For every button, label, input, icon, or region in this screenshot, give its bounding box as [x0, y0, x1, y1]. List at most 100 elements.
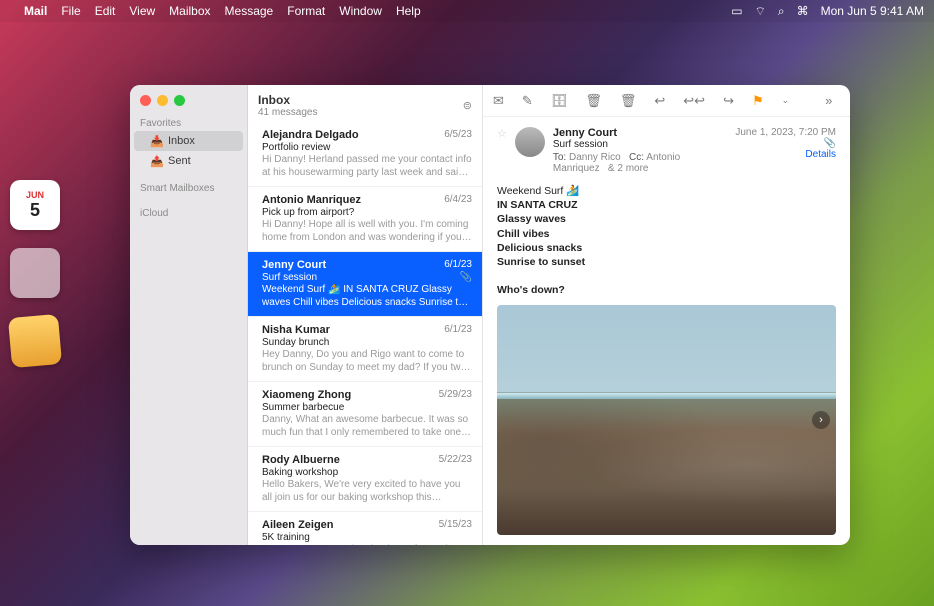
row-preview: Hi Danny! Hope all is well with you. I'm…	[262, 219, 472, 244]
menu-window[interactable]: Window	[339, 4, 382, 18]
menu-bar: Mail File Edit View Mailbox Message Form…	[0, 0, 934, 22]
body-line: Weekend Surf 🏄	[497, 185, 579, 197]
calendar-day: 5	[30, 200, 40, 221]
photo-widget[interactable]	[8, 314, 62, 368]
control-center-icon[interactable]: ⌘	[797, 4, 809, 18]
close-button[interactable]	[140, 95, 151, 106]
row-date: 6/5/23	[444, 129, 472, 140]
minimize-button[interactable]	[157, 95, 168, 106]
message-timestamp: June 1, 2023, 7:20 PM	[735, 127, 836, 138]
attachment-image[interactable]: ›	[497, 305, 836, 535]
row-sender: Alejandra Delgado	[262, 129, 472, 141]
row-sender: Nisha Kumar	[262, 324, 472, 336]
row-subject: Portfolio review	[262, 142, 472, 153]
flag-icon[interactable]: ⚑	[752, 93, 764, 109]
row-preview: Weekend Surf 🏄 IN SANTA CRUZ Glassy wave…	[262, 284, 472, 309]
sidebar-section-icloud: iCloud	[130, 202, 247, 221]
sidebar-item-inbox[interactable]: 📥 Inbox	[134, 131, 243, 151]
calendar-widget[interactable]: JUN 5	[10, 180, 60, 230]
archive-icon[interactable]: 🗄	[551, 93, 568, 109]
body-line: Glassy waves	[497, 213, 566, 225]
flag-chevron-icon[interactable]: ⌄	[782, 95, 790, 106]
sent-icon: 📤	[150, 155, 162, 167]
wifi-icon[interactable]: ⌔	[755, 4, 766, 19]
message-row[interactable]: Nisha Kumar6/1/23 Sunday brunchHey Danny,…	[248, 317, 482, 382]
list-header: Inbox 41 messages ⊜	[248, 85, 482, 122]
forward-icon[interactable]: ↪︎	[723, 93, 734, 109]
menu-format[interactable]: Format	[287, 4, 325, 18]
fullscreen-button[interactable]	[174, 95, 185, 106]
star-icon[interactable]: ☆	[497, 127, 507, 140]
envelope-icon[interactable]: ✉︎	[493, 93, 504, 109]
row-subject: 5K training	[262, 532, 472, 543]
row-preview: Hi Danny! Herland passed me your contact…	[262, 154, 472, 179]
row-subject: Summer barbecue	[262, 402, 472, 413]
battery-icon[interactable]: ▭	[731, 4, 742, 18]
recipients: To: Danny Rico Cc: Antonio Manriquez & 2…	[553, 152, 728, 174]
message-subject: Surf session	[553, 139, 728, 150]
notes-widget[interactable]	[10, 248, 60, 298]
trash-icon[interactable]: 🗑	[585, 93, 602, 109]
filter-icon[interactable]: ⊜	[463, 99, 472, 112]
row-sender: Jenny Court	[262, 259, 472, 271]
menu-view[interactable]: View	[129, 4, 155, 18]
row-subject: Pick up from airport?	[262, 207, 472, 218]
to-name[interactable]: Danny Rico	[569, 152, 621, 163]
toolbar: ✉︎ ✎ 🗄 🗑 🗑︎ ↩︎ ↩︎↩︎ ↪︎ ⚑ ⌄ » ⌕	[483, 85, 850, 117]
menu-help[interactable]: Help	[396, 4, 421, 18]
from-name[interactable]: Jenny Court	[553, 127, 728, 139]
row-preview: Danny, What an awesome barbecue. It was …	[262, 414, 472, 439]
mailbox-count: 41 messages	[258, 107, 317, 118]
message-list[interactable]: Inbox 41 messages ⊜ Alejandra Delgado6/5…	[248, 85, 483, 545]
menubar-clock[interactable]: Mon Jun 5 9:41 AM	[821, 4, 924, 18]
message-row[interactable]: Xiaomeng Zhong5/29/23Summer barbecueDann…	[248, 382, 482, 447]
desktop-widgets: JUN 5	[10, 180, 60, 394]
attachment-icon[interactable]: 📎	[735, 138, 836, 149]
details-link[interactable]: Details	[735, 149, 836, 160]
mail-window: Favorites 📥 Inbox 📤 Sent Smart Mailboxes…	[130, 85, 850, 545]
spotlight-icon[interactable]: ⌕	[778, 4, 785, 19]
more-icon[interactable]: »	[825, 93, 832, 108]
sidebar-item-sent[interactable]: 📤 Sent	[130, 151, 247, 171]
row-date: 6/1/23	[444, 259, 472, 270]
next-image-icon[interactable]: ›	[812, 411, 830, 429]
row-preview: Hey Danny, I wanted to thank you for put…	[262, 544, 472, 545]
menu-file[interactable]: File	[61, 4, 80, 18]
calendar-month: JUN	[26, 190, 44, 200]
row-subject: Sunday brunch	[262, 337, 472, 348]
row-preview: Hey Danny, Do you and Rigo want to come …	[262, 349, 472, 374]
window-controls	[130, 85, 247, 112]
row-date: 6/4/23	[444, 194, 472, 205]
app-menu[interactable]: Mail	[24, 4, 47, 18]
row-date: 6/1/23	[444, 324, 472, 335]
message-row[interactable]: Antonio Manriquez6/4/23 Pick up from airp…	[248, 187, 482, 252]
row-sender: Antonio Manriquez	[262, 194, 472, 206]
row-subject: Baking workshop	[262, 467, 472, 478]
row-subject: Surf session	[262, 272, 472, 283]
row-date: 5/22/23	[439, 454, 472, 465]
message-row[interactable]: Jenny Court6/1/23 📎Surf sessionWeekend Su…	[248, 252, 482, 317]
menu-edit[interactable]: Edit	[95, 4, 116, 18]
compose-icon[interactable]: ✎	[522, 93, 533, 109]
body-line: Sunrise to sunset	[497, 256, 585, 268]
message-row[interactable]: Rody Albuerne5/22/23Baking workshopHello…	[248, 447, 482, 512]
row-date: 5/29/23	[439, 389, 472, 400]
menu-message[interactable]: Message	[225, 4, 274, 18]
body-line: Delicious snacks	[497, 242, 582, 254]
sidebar: Favorites 📥 Inbox 📤 Sent Smart Mailboxes…	[130, 85, 248, 545]
sidebar-section-favorites: Favorites	[130, 112, 247, 131]
attachment-icon: 📎	[460, 272, 472, 283]
avatar	[515, 127, 545, 157]
message-row[interactable]: Alejandra Delgado6/5/23 Portfolio reviewH…	[248, 122, 482, 187]
mailbox-title: Inbox	[258, 93, 317, 107]
body-line: Chill vibes	[497, 228, 550, 240]
cc-more[interactable]: & 2 more	[608, 163, 649, 174]
message-pane: ✉︎ ✎ 🗄 🗑 🗑︎ ↩︎ ↩︎↩︎ ↪︎ ⚑ ⌄ » ⌕ ☆ Jenny C…	[483, 85, 850, 545]
message-row[interactable]: Aileen Zeigen5/15/235K trainingHey Danny…	[248, 512, 482, 545]
menu-mailbox[interactable]: Mailbox	[169, 4, 210, 18]
reply-icon[interactable]: ↩︎	[654, 93, 665, 109]
body-line: IN SANTA CRUZ	[497, 199, 578, 211]
reply-all-icon[interactable]: ↩︎↩︎	[683, 93, 705, 109]
junk-icon[interactable]: 🗑︎	[620, 93, 637, 109]
cc-label: Cc:	[629, 152, 644, 163]
